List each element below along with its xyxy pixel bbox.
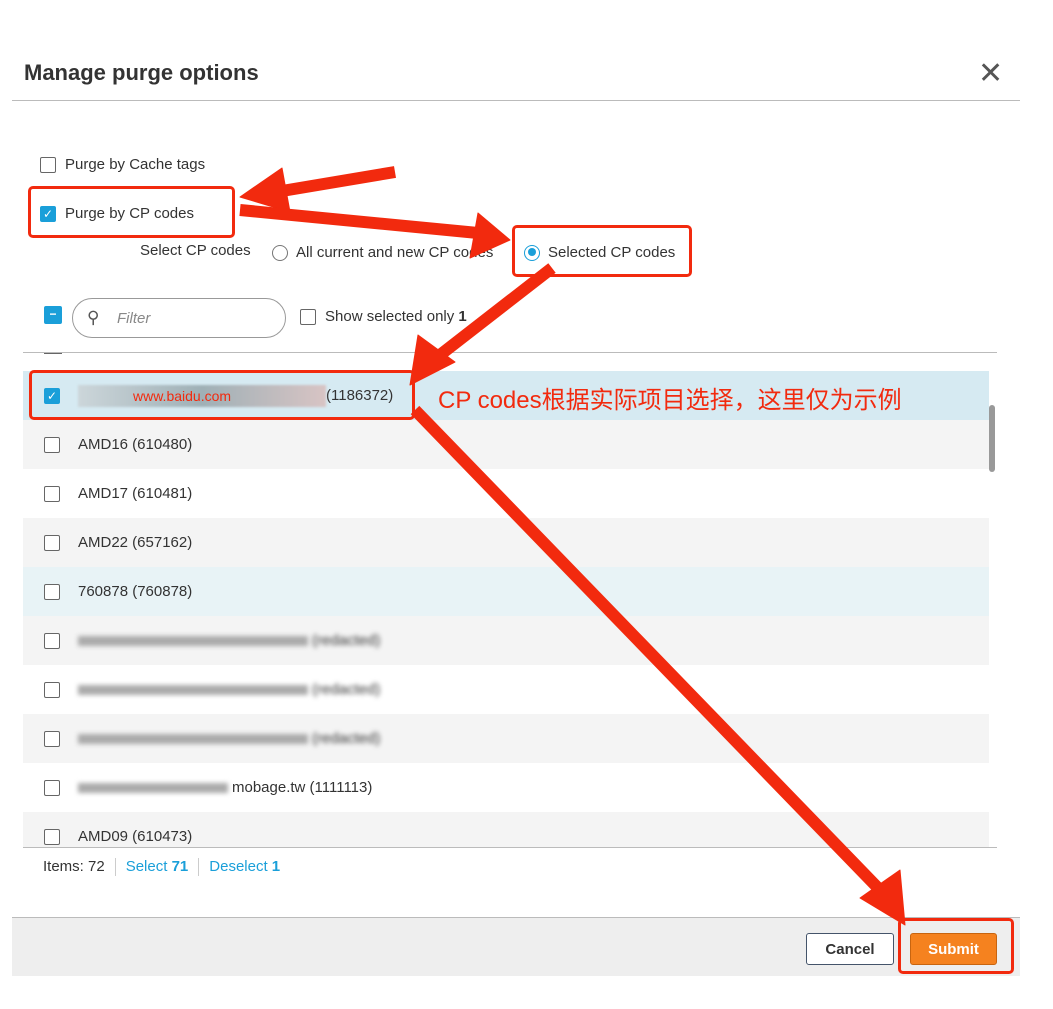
filter-placeholder: Filter (117, 310, 151, 327)
radio-label: All current and new CP codes (296, 244, 494, 261)
cp-code-label: 760878 (760878) (78, 583, 193, 600)
search-icon: ⚲ (87, 308, 100, 327)
checkbox[interactable] (44, 534, 60, 551)
arrowhead (239, 167, 291, 213)
arrow (269, 166, 396, 199)
close-icon[interactable]: ✕ (978, 56, 1003, 91)
cp-code-label: mobage.tw (1111113) (232, 779, 373, 796)
radio-all-cp-codes[interactable]: All current and new CP codes (272, 244, 493, 261)
scrollbar-thumb[interactable] (989, 405, 995, 472)
checkbox[interactable] (44, 681, 60, 698)
selected-count: 1 (458, 308, 467, 325)
show-selected-only-toggle[interactable]: Show selected only 1 (300, 308, 467, 325)
partial-row-checkbox[interactable] (44, 353, 62, 354)
list-item[interactable]: (redacted) (23, 714, 989, 763)
checkbox[interactable] (44, 583, 60, 600)
list-item[interactable]: (redacted) (23, 616, 989, 665)
list-summary: Items: 72 Select 71 Deselect 1 (43, 858, 280, 877)
checkbox[interactable] (44, 730, 60, 747)
list-item[interactable]: mobage.tw (1111113) (23, 763, 989, 812)
items-count: Items: 72 (43, 858, 105, 875)
redacted-text (78, 782, 228, 793)
cp-code-label: AMD22 (657162) (78, 534, 193, 551)
show-selected-label: Show selected only (325, 308, 455, 325)
filter-input[interactable]: ⚲ Filter (72, 298, 286, 338)
checkbox[interactable] (44, 436, 60, 453)
deselect-link[interactable]: Deselect 1 (209, 858, 280, 875)
divider (12, 100, 1020, 101)
list-item[interactable]: AMD09 (610473) (23, 812, 989, 847)
select-all-indeterminate-checkbox[interactable]: − (44, 306, 62, 324)
list-item[interactable]: AMD16 (610480) (23, 420, 989, 469)
option-label: Purge by Cache tags (65, 156, 206, 173)
cp-code-label: AMD16 (610480) (78, 436, 193, 453)
dialog-title: Manage purge options (24, 60, 259, 85)
cancel-button[interactable]: Cancel (806, 933, 894, 965)
cp-code-label: (redacted) (312, 632, 381, 649)
checkbox[interactable] (300, 308, 316, 325)
select-cp-codes-label: Select CP codes (140, 242, 251, 259)
redacted-text (78, 733, 308, 744)
arrow (239, 204, 479, 239)
cp-code-label: AMD17 (610481) (78, 485, 193, 502)
redacted-text (78, 635, 308, 646)
checkbox[interactable] (44, 632, 60, 649)
cp-code-label: (redacted) (312, 730, 381, 747)
cp-code-label: AMD09 (610473) (78, 828, 193, 845)
annotation-box (29, 370, 415, 420)
annotation-note: CP codes根据实际项目选择，这里仅为示例 (438, 387, 902, 414)
list-bottom-divider (23, 847, 997, 848)
annotation-box (898, 918, 1014, 974)
annotation-box (28, 186, 235, 238)
checkbox[interactable] (44, 828, 60, 845)
radio[interactable] (272, 244, 288, 261)
list-item[interactable]: (redacted) (23, 665, 989, 714)
annotation-box (512, 225, 692, 277)
checkbox[interactable] (44, 485, 60, 502)
checkbox[interactable] (40, 156, 56, 173)
purge-cache-tags-option[interactable]: Purge by Cache tags (40, 156, 205, 173)
select-remaining-link[interactable]: Select 71 (126, 858, 189, 875)
checkbox[interactable] (44, 779, 60, 796)
list-item[interactable]: 760878 (760878) (23, 567, 989, 616)
list-item[interactable]: AMD22 (657162) (23, 518, 989, 567)
cp-code-list: ✓ www.baidu.com (1186372) AMD16 (610480) AMD… (23, 353, 997, 847)
cp-code-label: (redacted) (312, 681, 381, 698)
list-item[interactable]: AMD17 (610481) (23, 469, 989, 518)
redacted-text (78, 684, 308, 695)
